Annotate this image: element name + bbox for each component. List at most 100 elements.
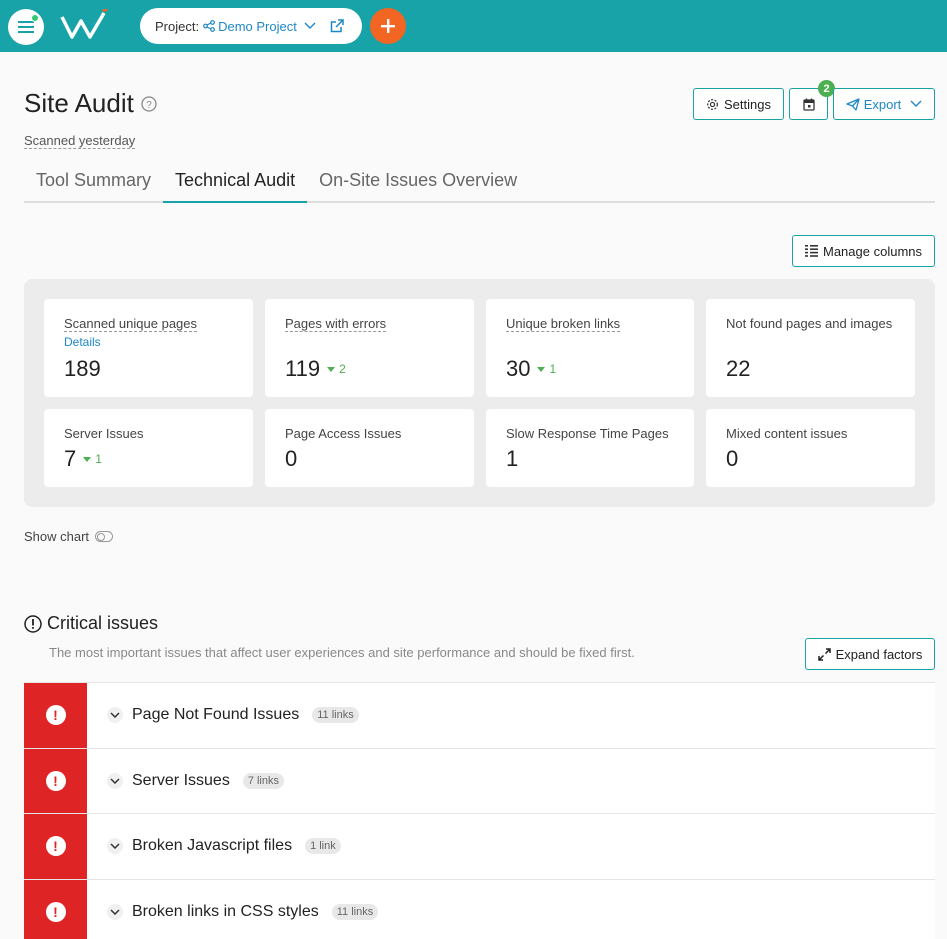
toggle-switch[interactable]	[95, 531, 114, 542]
stat-value-number: 189	[64, 356, 101, 381]
stat-card-broken-links: Unique broken links 30 1	[486, 299, 694, 397]
stat-value: 71	[64, 446, 102, 472]
manage-columns-label: Manage columns	[823, 243, 922, 259]
brand-logo[interactable]	[60, 9, 110, 39]
expand-factors-button[interactable]: Expand factors	[805, 638, 935, 670]
project-name: Demo Project	[218, 18, 297, 34]
issue-count-badge: 11 links	[331, 903, 379, 920]
stat-label: Mixed content issues	[726, 426, 848, 441]
calendar-icon	[802, 98, 815, 111]
issue-name[interactable]: Broken Javascript files	[132, 837, 292, 855]
hamburger-icon	[18, 21, 34, 33]
stat-label: Not found pages and images	[726, 316, 893, 331]
issue-row[interactable]: ! Broken links in CSS styles 11 links	[24, 879, 935, 939]
settings-label: Settings	[724, 96, 771, 112]
exclamation-icon: !	[45, 705, 66, 726]
tab-bar: Tool Summary Technical Audit On-Site Iss…	[24, 165, 935, 203]
stat-label: Slow Response Time Pages	[506, 426, 669, 441]
stat-value: 0	[285, 446, 297, 472]
chevron-down-icon[interactable]	[107, 903, 123, 920]
tab-on-site-issues-overview[interactable]: On-Site Issues Overview	[307, 165, 529, 203]
gear-icon	[707, 98, 718, 110]
stat-value-number: 119	[285, 356, 321, 381]
stat-delta-number: 2	[339, 362, 346, 376]
page-title: Site Audit ?	[24, 88, 157, 119]
help-icon[interactable]: ?	[141, 95, 157, 112]
stat-label[interactable]: Pages with errors	[285, 316, 387, 332]
details-link[interactable]: Details	[64, 335, 101, 349]
stat-label[interactable]: Scanned unique pages	[64, 316, 198, 332]
critical-issues-heading: Critical issues	[24, 613, 158, 634]
issue-body: Page Not Found Issues 11 links	[87, 683, 359, 748]
exclamation-icon: !	[45, 836, 66, 857]
settings-button[interactable]: Settings	[693, 88, 784, 120]
stat-value-number: 22	[726, 356, 751, 381]
issue-row[interactable]: ! Page Not Found Issues 11 links	[24, 683, 935, 749]
add-button[interactable]	[370, 8, 406, 44]
stat-card-slow-response: Slow Response Time Pages 1	[486, 409, 694, 487]
decrease-arrow-icon	[83, 456, 92, 462]
project-label: Project:	[155, 18, 200, 34]
issue-name[interactable]: Broken links in CSS styles	[132, 903, 319, 921]
stat-value: 189	[64, 356, 101, 382]
export-label: Export	[863, 96, 902, 112]
project-selector[interactable]: Project: Demo Project	[140, 8, 362, 44]
critical-issues-list: ! Page Not Found Issues 11 links ! Serve…	[24, 682, 935, 939]
issue-body: Broken links in CSS styles 11 links	[87, 880, 379, 939]
tab-tool-summary[interactable]: Tool Summary	[24, 165, 163, 203]
severity-indicator: !	[24, 879, 87, 939]
critical-issues-description: The most important issues that affect us…	[49, 645, 635, 660]
stat-card-mixed-content: Mixed content issues 0	[706, 409, 915, 487]
stats-panel: Scanned unique pages Details 189 Pages w…	[24, 279, 935, 507]
stat-delta: 1	[83, 452, 102, 466]
critical-issues-title: Critical issues	[47, 613, 159, 633]
stat-value-number: 0	[726, 446, 739, 471]
stat-card-page-access: Page Access Issues 0	[265, 409, 474, 487]
chevron-down-icon[interactable]	[107, 707, 123, 724]
columns-icon	[805, 245, 818, 257]
external-link-icon[interactable]	[330, 19, 344, 33]
stat-value: 1	[506, 446, 518, 472]
stat-delta: 1	[537, 362, 556, 376]
issue-count-badge: 11 links	[312, 707, 359, 724]
top-bar: Project: Demo Project	[0, 0, 947, 52]
stat-value-number: 1	[506, 446, 519, 471]
alert-circle-icon	[24, 614, 42, 633]
stat-label[interactable]: Unique broken links	[506, 316, 621, 332]
stat-delta-number: 1	[95, 452, 102, 466]
stat-value: 119 2	[285, 356, 346, 382]
stat-label: Page Access Issues	[285, 426, 402, 441]
plus-icon	[381, 19, 395, 33]
issue-count-badge: 7 links	[242, 772, 284, 789]
chevron-down-icon[interactable]	[107, 838, 123, 855]
issue-body: Broken Javascript files 1 link	[87, 814, 341, 879]
chevron-down-icon	[304, 22, 316, 29]
issue-row[interactable]: ! Broken Javascript files 1 link	[24, 814, 935, 880]
issue-name[interactable]: Server Issues	[132, 772, 230, 790]
show-chart-toggle[interactable]: Show chart	[24, 529, 114, 544]
stat-card-scanned-pages: Scanned unique pages Details 189	[44, 299, 253, 397]
stat-label: Server Issues	[64, 426, 144, 441]
severity-indicator: !	[24, 683, 87, 748]
issue-count-badge: 1 link	[305, 838, 341, 855]
tab-technical-audit[interactable]: Technical Audit	[163, 165, 308, 203]
stat-value-number: 30	[506, 356, 531, 381]
stat-card-not-found: Not found pages and images 22	[706, 299, 915, 397]
chevron-down-icon	[910, 100, 922, 107]
issue-row[interactable]: ! Server Issues 7 links	[24, 748, 935, 814]
manage-columns-button[interactable]: Manage columns	[792, 235, 935, 267]
stat-value: 22	[726, 356, 750, 382]
show-chart-label: Show chart	[24, 529, 90, 544]
expand-factors-label: Expand factors	[835, 646, 923, 662]
export-button[interactable]: Export	[833, 88, 935, 120]
issue-body: Server Issues 7 links	[87, 749, 284, 814]
chevron-down-icon[interactable]	[107, 772, 123, 789]
send-icon	[846, 97, 860, 111]
issue-name[interactable]: Page Not Found Issues	[132, 706, 299, 724]
exclamation-icon: !	[45, 901, 66, 922]
scanned-status[interactable]: Scanned yesterday	[24, 133, 136, 149]
stat-card-pages-with-errors: Pages with errors 119 2	[265, 299, 474, 397]
exclamation-icon: !	[45, 770, 66, 791]
severity-indicator: !	[24, 748, 87, 813]
menu-button[interactable]	[8, 9, 44, 45]
